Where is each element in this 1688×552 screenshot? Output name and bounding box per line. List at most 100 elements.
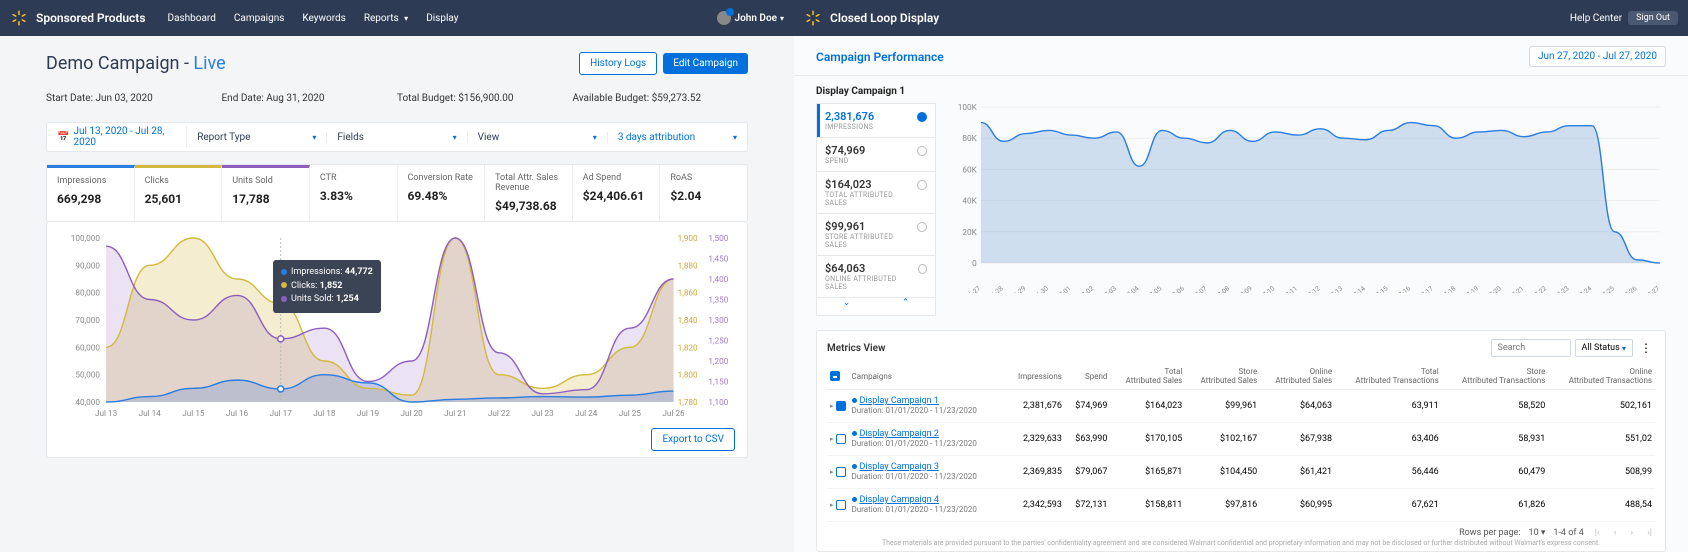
cell-value: 2,381,676 [1005, 390, 1065, 423]
svg-text:Jul 15: Jul 15 [182, 408, 205, 418]
search-input[interactable] [1491, 339, 1571, 357]
svg-text:60K: 60K [962, 165, 977, 175]
page-last-icon[interactable]: ›| [1644, 528, 1655, 538]
date-range-picker[interactable]: 📅 Jul 13, 2020 - Jul 28, 2020 [47, 126, 187, 148]
nav-campaigns[interactable]: Campaigns [234, 13, 285, 24]
svg-text:1,300: 1,300 [708, 315, 728, 325]
col-header[interactable]: Campaigns [849, 363, 1006, 390]
stat-card[interactable]: $64,063ONLINE ATTRIBUTED SALES [816, 256, 936, 298]
metric-tab[interactable]: RoAS$2.04 [660, 165, 747, 221]
nav-keywords[interactable]: Keywords [302, 13, 345, 24]
row-checkbox[interactable] [836, 434, 846, 444]
cell-value: 2,342,593 [1005, 489, 1065, 522]
nav-reports[interactable]: Reports ▾ [364, 13, 408, 24]
fields-select[interactable]: Fields▾ [327, 132, 467, 143]
col-header[interactable]: Spend [1065, 363, 1111, 390]
col-header[interactable]: OnlineAttributed Transactions [1548, 363, 1655, 390]
svg-text:1,450: 1,450 [708, 254, 728, 264]
cell-value: $60,995 [1260, 489, 1335, 522]
campaign-link[interactable]: Display Campaign 2 [860, 429, 939, 439]
cell-value: $97,816 [1185, 489, 1260, 522]
svg-text:80,000: 80,000 [75, 288, 100, 298]
expand-row-icon[interactable]: ▸ [830, 468, 834, 476]
svg-text:1,350: 1,350 [708, 295, 728, 305]
expand-row-icon[interactable]: ▸ [830, 435, 834, 443]
page-first-icon[interactable]: |‹ [1592, 528, 1603, 538]
user-name[interactable]: John Doe [735, 13, 777, 24]
expand-row-icon[interactable]: ▸ [830, 402, 834, 410]
metric-value: $24,406.61 [583, 189, 650, 203]
help-center-link[interactable]: Help Center [1570, 13, 1622, 24]
sponsored-products-panel: Sponsored Products Dashboard Campaigns K… [0, 0, 794, 552]
duration-label: Duration: 01/01/2020 - 11/23/2020 [852, 472, 977, 481]
metric-tab[interactable]: Total Attr. Sales Revenue$49,738.68 [485, 165, 573, 221]
metric-tab[interactable]: Conversion Rate69.48% [398, 165, 486, 221]
cell-value: 551,02 [1548, 423, 1655, 456]
svg-text:90,000: 90,000 [75, 260, 100, 270]
cell-value: 502,161 [1548, 390, 1655, 423]
chevron-down-icon: ▾ [312, 133, 316, 142]
metric-tab[interactable]: Ad Spend$24,406.61 [573, 165, 661, 221]
row-checkbox[interactable] [836, 467, 846, 477]
col-header[interactable]: Impressions [1005, 363, 1065, 390]
radio-icon [917, 222, 927, 232]
display-campaign-title: Display Campaign 1 [816, 86, 1666, 97]
metric-summary: Impressions669,298Clicks25,601Units Sold… [46, 164, 748, 222]
stat-next[interactable]: ⌃ [876, 298, 935, 315]
svg-text:Jul 16: Jul 16 [226, 408, 249, 418]
metric-tab[interactable]: Impressions669,298 [47, 165, 135, 221]
signout-button[interactable]: Sign Out [1628, 11, 1678, 25]
svg-text:Jul 17: Jul 17 [270, 408, 293, 418]
campaign-link[interactable]: Display Campaign 1 [860, 396, 939, 406]
col-header[interactable]: StoreAttributed Transactions [1442, 363, 1549, 390]
stat-label: SPEND [825, 157, 865, 165]
brand-title: Sponsored Products [36, 11, 146, 25]
view-select[interactable]: View▾ [468, 132, 608, 143]
page-next-icon[interactable]: › [1627, 528, 1636, 538]
col-header[interactable]: OnlineAttributed Sales [1260, 363, 1335, 390]
rows-per-page-select[interactable]: 10 ▾ [1529, 528, 1546, 538]
stat-value: $74,969 [825, 144, 865, 157]
row-checkbox[interactable] [836, 500, 846, 510]
attribution-select[interactable]: 3 days attribution▾ [608, 132, 747, 143]
campaign-link[interactable]: Display Campaign 3 [860, 462, 939, 472]
export-csv-button[interactable]: Export to CSV [651, 428, 735, 451]
edit-campaign-button[interactable]: Edit Campaign [663, 53, 748, 74]
stat-card[interactable]: $99,961STORE ATTRIBUTED SALES [816, 214, 936, 256]
metric-label: CTR [320, 173, 387, 183]
nav-dashboard[interactable]: Dashboard [168, 13, 216, 24]
col-header[interactable]: TotalAttributed Transactions [1335, 363, 1442, 390]
metric-label: Units Sold [232, 176, 299, 186]
more-menu-icon[interactable]: ⋮ [1637, 341, 1655, 355]
stat-card[interactable]: 2,381,676IMPRESSIONS [816, 103, 936, 138]
stat-prev[interactable]: ⌄ [817, 298, 876, 315]
svg-text:Jul 26: Jul 26 [662, 408, 685, 418]
avatar[interactable] [717, 11, 731, 25]
status-filter[interactable]: All Status ▾ [1575, 339, 1633, 357]
svg-text:1,800: 1,800 [678, 370, 698, 380]
col-header[interactable]: StoreAttributed Sales [1185, 363, 1260, 390]
col-header[interactable]: TotalAttributed Sales [1110, 363, 1185, 390]
chevron-down-icon[interactable]: ▾ [780, 14, 784, 23]
svg-text:1,860: 1,860 [678, 288, 698, 298]
svg-text:40K: 40K [962, 196, 977, 206]
cell-value: 508,99 [1548, 456, 1655, 489]
expand-row-icon[interactable]: ▸ [830, 501, 834, 509]
campaign-link[interactable]: Display Campaign 4 [860, 495, 939, 505]
nav-display[interactable]: Display [426, 13, 458, 24]
svg-text:1,900: 1,900 [678, 233, 698, 243]
svg-text:1,250: 1,250 [708, 336, 728, 346]
stat-card[interactable]: $164,023TOTAL ATTRIBUTED SALES [816, 172, 936, 214]
checkbox-all[interactable] [830, 371, 840, 381]
metric-tab[interactable]: CTR3.83% [310, 165, 398, 221]
table-row: ▸Display Campaign 1Duration: 01/01/2020 … [827, 390, 1655, 423]
row-checkbox[interactable] [836, 401, 846, 411]
page-prev-icon[interactable]: ‹ [1611, 528, 1620, 538]
metric-tab[interactable]: Clicks25,601 [135, 165, 223, 221]
date-range-picker[interactable]: Jun 27, 2020 - Jul 27, 2020 [1529, 46, 1666, 67]
history-logs-button[interactable]: History Logs [579, 52, 657, 75]
metric-tab[interactable]: Units Sold17,788 [222, 165, 310, 221]
status-dot [852, 464, 857, 469]
stat-card[interactable]: $74,969SPEND [816, 138, 936, 172]
report-type-select[interactable]: Report Type▾ [187, 132, 327, 143]
